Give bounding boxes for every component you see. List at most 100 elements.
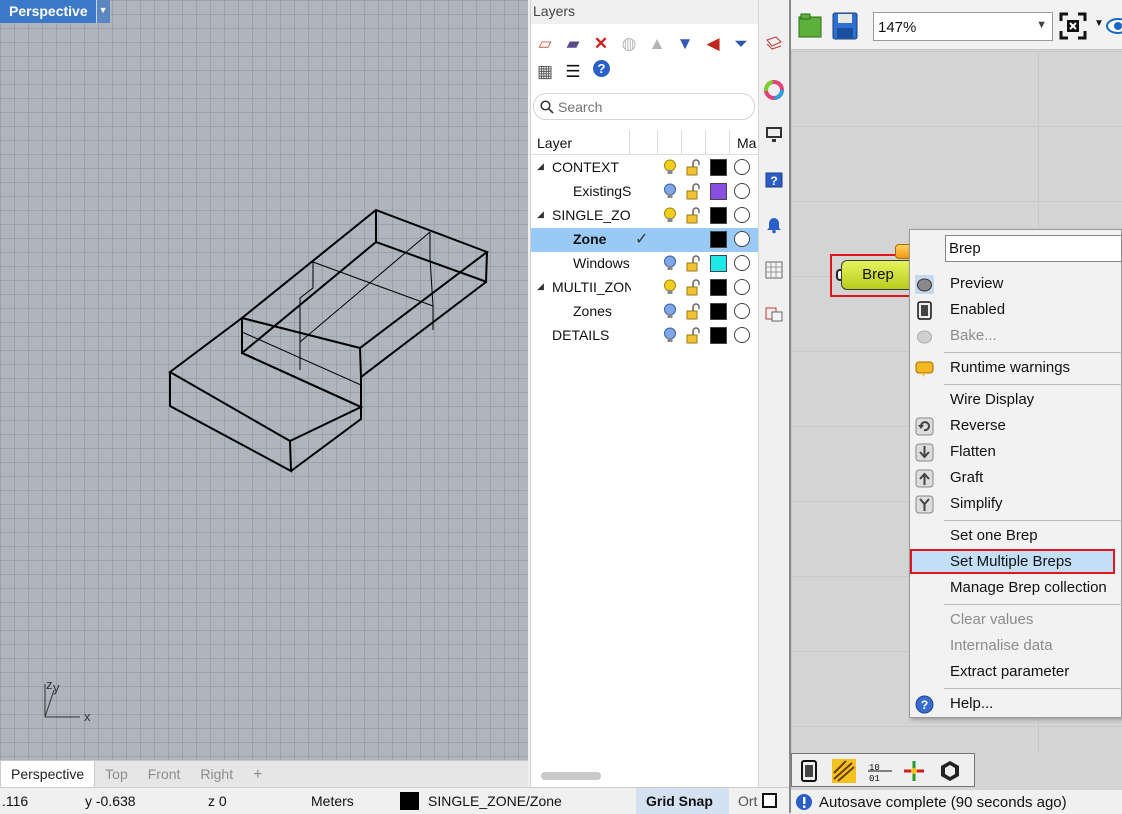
menu-item-extract-parameter[interactable]: Extract parameter [909,659,1122,685]
layer-row-multii-zone[interactable]: ◢ MULTII_ZON [531,276,759,300]
menu-item-internalise-data[interactable]: Internalise data [909,633,1122,659]
light-bulb-on-icon[interactable] [663,207,677,228]
layer-color-swatch[interactable] [710,327,727,344]
unlocked-icon[interactable] [686,303,702,324]
grid-snap-widget-icon[interactable]: 1001 [868,759,892,783]
layer-row-context[interactable]: ◢ CONTEXT [531,156,759,180]
layer-material-icon[interactable] [734,159,750,175]
unlocked-icon[interactable] [686,183,702,204]
move-up-icon[interactable]: ▲ [643,31,671,57]
layers-tab-icon[interactable] [764,34,784,54]
light-bulb-on-icon[interactable] [663,303,677,324]
unlocked-icon[interactable] [686,159,702,180]
open-file-icon[interactable] [798,13,822,39]
grid-tab-icon[interactable] [764,260,784,280]
light-bulb-on-icon[interactable] [663,327,677,348]
unlocked-icon[interactable] [686,327,702,348]
layer-material-icon[interactable] [734,255,750,271]
collapse-arrow-icon[interactable]: ◢ [537,161,544,172]
named-views-icon[interactable] [764,304,784,324]
panel-toggle-icon[interactable] [762,793,777,808]
move-down-icon[interactable]: ▼ [671,31,699,57]
grid-snap-toggle[interactable]: Grid Snap [636,788,729,814]
notifications-bell-icon[interactable] [764,214,784,234]
menu-item-wire-display[interactable]: Wire Display [909,387,1122,413]
save-file-icon[interactable] [832,12,858,40]
tab-top[interactable]: Top [95,761,138,788]
column-layer[interactable]: Layer [537,135,572,151]
perspective-viewport[interactable]: Perspective ▼ x z y [0,0,528,760]
align-widget-icon[interactable] [902,759,926,783]
layer-row-zones[interactable]: Zones [531,300,759,324]
layer-row-existings[interactable]: ExistingS [531,180,759,204]
new-layer-icon[interactable]: ▱ [531,31,559,57]
help-icon[interactable]: ? [587,59,615,86]
layer-search-box[interactable] [533,93,755,120]
tab-right[interactable]: Right [190,761,243,788]
purge-layer-icon[interactable]: ◍ [615,31,643,57]
light-bulb-on-icon[interactable] [663,279,677,300]
menu-item-manage-brep-collection[interactable]: Manage Brep collection [909,575,1122,601]
layer-material-icon[interactable] [734,231,750,247]
zoom-level-dropdown[interactable]: 147% ▼ [873,12,1053,41]
viewport-title[interactable]: Perspective [0,0,96,23]
collapse-arrow-icon[interactable]: ◢ [537,281,544,292]
new-sublayer-icon[interactable]: ▰ [559,31,587,57]
layer-material-icon[interactable] [734,327,750,343]
layer-table-icon[interactable]: ▦ [531,59,559,85]
menu-item-graft[interactable]: Graft [909,465,1122,491]
light-bulb-on-icon[interactable] [663,255,677,276]
layer-material-icon[interactable] [734,303,750,319]
current-layer-color-swatch[interactable] [400,792,419,810]
menu-item-runtime-warnings[interactable]: Runtime warnings [909,355,1122,381]
cluster-widget-icon[interactable] [938,759,962,783]
horizontal-scrollbar[interactable] [541,772,601,780]
zoom-extents-icon[interactable] [1059,12,1087,40]
layer-color-swatch[interactable] [710,303,727,320]
help-tab-icon[interactable]: ? [764,170,784,190]
layer-color-swatch[interactable] [710,255,727,272]
layer-row-zone-current[interactable]: Zone ✓ [531,228,759,252]
color-wheel-icon[interactable] [764,80,784,100]
collapse-arrow-icon[interactable]: ◢ [537,209,544,220]
menu-name-field[interactable]: Brep [945,235,1122,262]
layer-row-details[interactable]: DETAILS [531,324,759,348]
menu-item-clear-values[interactable]: Clear values [909,607,1122,633]
current-layer-check-icon[interactable]: ✓ [635,229,648,249]
status-current-layer[interactable]: SINGLE_ZONE/Zone [428,793,562,809]
layer-name[interactable]: ExistingS [573,183,631,199]
light-bulb-on-icon[interactable] [663,159,677,180]
layer-row-windows[interactable]: Windows [531,252,759,276]
layer-color-swatch[interactable] [710,183,727,200]
menu-item-flatten[interactable]: Flatten [909,439,1122,465]
menu-item-help[interactable]: ? Help... [909,691,1122,717]
menu-item-simplify[interactable]: Simplify [909,491,1122,517]
column-material[interactable]: Ma [737,135,756,151]
tab-perspective[interactable]: Perspective [0,760,96,788]
status-units[interactable]: Meters [311,793,354,809]
layer-menu-icon[interactable]: ☰ [559,59,587,85]
light-bulb-on-icon[interactable] [663,183,677,204]
add-viewport-tab-button[interactable]: + [243,761,272,788]
viewport-menu-arrow-icon[interactable]: ▼ [95,0,110,23]
preview-eye-icon[interactable] [1106,16,1122,36]
layer-material-icon[interactable] [734,207,750,223]
filter-icon[interactable]: ⏷ [727,31,755,57]
layer-row-single-zone[interactable]: ◢ SINGLE_ZON [531,204,759,228]
layer-color-swatch[interactable] [710,207,727,224]
delete-layer-icon[interactable]: ✕ [587,31,615,57]
layer-name[interactable]: DETAILS [552,327,632,343]
move-parent-icon[interactable]: ◀ [699,31,727,57]
layer-name[interactable]: MULTII_ZON [552,279,631,295]
unlocked-icon[interactable] [686,279,702,300]
tab-front[interactable]: Front [138,761,191,788]
layer-material-icon[interactable] [734,183,750,199]
menu-item-set-multiple-breps[interactable]: Set Multiple Breps [909,549,1122,575]
layer-name[interactable]: CONTEXT [552,159,632,175]
display-tab-icon[interactable] [764,124,784,144]
layer-name[interactable]: Zones [573,303,653,319]
layer-name[interactable]: SINGLE_ZON [552,207,631,223]
menu-item-reverse[interactable]: Reverse [909,413,1122,439]
layer-color-swatch[interactable] [710,231,727,248]
layer-color-swatch[interactable] [710,279,727,296]
